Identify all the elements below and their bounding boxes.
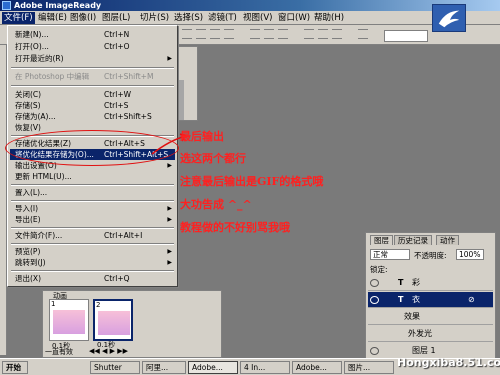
menu-item-update-html[interactable]: 更新 HTML(U)... bbox=[10, 171, 175, 182]
opacity-input[interactable]: 100% bbox=[456, 249, 484, 260]
loop-select[interactable]: 一直有效 bbox=[45, 347, 73, 357]
document-scrollbar[interactable] bbox=[178, 80, 184, 120]
options-field[interactable] bbox=[384, 30, 428, 42]
submenu-arrow-icon: ▶ bbox=[167, 205, 172, 212]
menu-item-export[interactable]: 导出(E) ▶ bbox=[10, 214, 175, 225]
taskbar-item[interactable]: Adobe... bbox=[292, 361, 342, 374]
blend-mode-select[interactable]: 正常 bbox=[370, 249, 410, 260]
window-title: Adobe ImageReady bbox=[14, 1, 102, 10]
align-top-icon[interactable] bbox=[224, 29, 234, 39]
menu-item-exit[interactable]: 退出(X) Ctrl+Q bbox=[10, 273, 175, 284]
annotation-choose-either: 选这两个都行 bbox=[180, 152, 246, 165]
animation-frame[interactable]: 1 0.1秒 bbox=[49, 299, 89, 350]
layers-panel: 图层 历史记录 动作 正常 不透明度: 100% 锁定: T 彩 T 衣 ⊘ 效… bbox=[365, 232, 496, 360]
menu-image[interactable]: 图像(I) bbox=[68, 12, 98, 24]
taskbar-item[interactable]: Shutter bbox=[90, 361, 140, 374]
taskbar-item-active[interactable]: Adobe... bbox=[188, 361, 238, 374]
visibility-eye-icon[interactable] bbox=[370, 279, 379, 287]
menu-select[interactable]: 选择(S) bbox=[172, 12, 205, 24]
menu-filter[interactable]: 滤镜(T) bbox=[206, 12, 239, 24]
distribute-top-icon[interactable] bbox=[250, 29, 260, 39]
submenu-arrow-icon: ▶ bbox=[167, 248, 172, 255]
layer-row[interactable]: T 彩 bbox=[368, 275, 493, 291]
menu-window[interactable]: 窗口(W) bbox=[276, 12, 312, 24]
visibility-eye-icon[interactable] bbox=[370, 347, 379, 355]
submenu-arrow-icon: ▶ bbox=[167, 162, 172, 169]
lock-label: 锁定: bbox=[370, 265, 388, 274]
align-extra-icon[interactable] bbox=[358, 29, 368, 39]
opacity-label: 不透明度: bbox=[414, 251, 447, 260]
menu-slice[interactable]: 切片(S) bbox=[138, 12, 171, 24]
menu-view[interactable]: 视图(V) bbox=[241, 12, 274, 24]
animation-panel: 动画 1 0.1秒 2 0.1秒 一直有效 ◀◀ ◀ ▶ ▶▶ bbox=[42, 290, 222, 358]
layer-effects-row[interactable]: 效果 bbox=[368, 309, 493, 325]
taskbar-item[interactable]: 阿里... bbox=[142, 361, 186, 374]
menu-item-jump-to[interactable]: 跳转到(J) ▶ bbox=[10, 257, 175, 268]
menu-item-new[interactable]: 新建(N)... Ctrl+N bbox=[10, 29, 175, 40]
menu-item-place[interactable]: 置入(L)... bbox=[10, 187, 175, 198]
menu-edit[interactable]: 编辑(E) bbox=[36, 12, 69, 24]
menu-file[interactable]: 文件(F) bbox=[2, 12, 35, 24]
taskbar-item[interactable]: 4 In... bbox=[240, 361, 290, 374]
menu-item-open-recent[interactable]: 打开最近的(R) ▶ bbox=[10, 53, 175, 64]
playback-controls-icon[interactable]: ◀◀ ◀ ▶ ▶▶ bbox=[89, 347, 128, 355]
align-left-icon[interactable] bbox=[182, 29, 192, 39]
annotation-gif-note: 注意最后输出是GIF的格式哦 bbox=[180, 175, 324, 188]
taskbar-item[interactable]: 图片... bbox=[344, 361, 394, 374]
menu-bar: 文件(F) 编辑(E) 图像(I) 图层(L) 切片(S) 选择(S) 滤镜(T… bbox=[0, 11, 500, 25]
submenu-arrow-icon: ▶ bbox=[167, 55, 172, 62]
menu-item-preview[interactable]: 预览(P) ▶ bbox=[10, 246, 175, 257]
start-button[interactable]: 开始 bbox=[2, 361, 28, 374]
menu-separator bbox=[11, 200, 174, 202]
menu-item-import[interactable]: 导入(I) ▶ bbox=[10, 203, 175, 214]
effects-icon[interactable]: ⊘ bbox=[468, 292, 475, 308]
submenu-arrow-icon: ▶ bbox=[167, 216, 172, 223]
menu-separator bbox=[11, 243, 174, 245]
tab-layers[interactable]: 图层 bbox=[370, 235, 393, 245]
visibility-eye-icon[interactable] bbox=[370, 296, 379, 304]
layer-outer-glow-row[interactable]: 外发光 bbox=[368, 326, 493, 342]
app-icon bbox=[2, 1, 11, 10]
menu-separator bbox=[11, 85, 174, 87]
menu-separator bbox=[11, 184, 174, 186]
toolbox bbox=[0, 45, 7, 355]
layer-row-selected[interactable]: T 衣 ⊘ bbox=[368, 292, 493, 308]
distribute-right-icon[interactable] bbox=[332, 29, 342, 39]
annotation-apology: 教程做的不好别骂我哦 bbox=[180, 221, 290, 234]
distribute-left-icon[interactable] bbox=[304, 29, 314, 39]
menu-help[interactable]: 帮助(H) bbox=[312, 12, 346, 24]
tab-history[interactable]: 历史记录 bbox=[394, 235, 432, 245]
menu-item-open[interactable]: 打开(O)... Ctrl+O bbox=[10, 41, 175, 52]
watermark: Hongxiba8.51.com bbox=[397, 356, 500, 369]
imageready-logo-icon bbox=[432, 4, 466, 32]
annotation-done: 大功告成 ^_^ bbox=[180, 198, 252, 211]
align-center-icon[interactable] bbox=[196, 29, 206, 39]
distribute-middle-icon[interactable] bbox=[264, 29, 274, 39]
menu-separator bbox=[11, 67, 174, 69]
menu-separator bbox=[11, 270, 174, 272]
menu-item-file-info[interactable]: 文件简介(F)... Ctrl+Alt+I bbox=[10, 230, 175, 241]
submenu-arrow-icon: ▶ bbox=[167, 259, 172, 266]
menu-separator bbox=[11, 227, 174, 229]
annotation-final-output: 最后输出 bbox=[180, 130, 224, 143]
distribute-center-icon[interactable] bbox=[318, 29, 328, 39]
align-right-icon[interactable] bbox=[210, 29, 220, 39]
menu-item-edit-in-photoshop: 在 Photoshop 中编辑 Ctrl+Shift+M bbox=[15, 72, 154, 81]
menu-item-save-as[interactable]: 存储为(A)... Ctrl+Shift+S bbox=[10, 111, 175, 122]
frame-thumbnail bbox=[53, 310, 85, 334]
distribute-bottom-icon[interactable] bbox=[278, 29, 288, 39]
menu-item-save[interactable]: 存储(S) Ctrl+S bbox=[10, 100, 175, 111]
menu-layer[interactable]: 图层(L) bbox=[100, 12, 132, 24]
animation-frame-selected[interactable]: 2 0.1秒 bbox=[93, 299, 133, 349]
title-bar: Adobe ImageReady bbox=[0, 0, 500, 11]
frame-thumbnail bbox=[98, 311, 130, 335]
tab-actions[interactable]: 动作 bbox=[436, 235, 459, 245]
menu-item-close[interactable]: 关闭(C) Ctrl+W bbox=[10, 89, 175, 100]
